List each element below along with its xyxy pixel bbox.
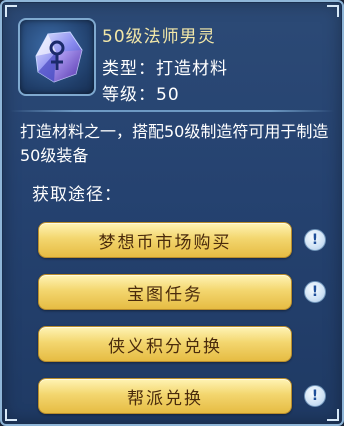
item-description: 打造材料之一，搭配50级制造符可用于制造50级装备 [20, 122, 329, 165]
route-button-dream-coin-market[interactable]: 梦想币市场购买 [38, 222, 292, 258]
route-button-chivalry-points-exchange[interactable]: 侠义积分兑换 [38, 326, 292, 362]
item-name: 50级法师男灵 [102, 27, 216, 47]
item-icon-frame [18, 18, 96, 96]
item-level: 等级：50 [102, 85, 180, 105]
route-button-guild-exchange[interactable]: 帮派兑换 [38, 378, 292, 414]
frame-corner [5, 5, 17, 17]
info-alert-icon[interactable]: ! [304, 229, 326, 251]
item-type: 类型：打造材料 [102, 59, 228, 79]
frame-corner [327, 409, 339, 421]
item-tooltip-panel: 50级法师男灵 类型：打造材料 等级：50 打造材料之一，搭配50级制造符可用于… [0, 0, 344, 426]
frame-corner [327, 5, 339, 17]
acquisition-title: 获取途径： [32, 185, 122, 205]
route-button-treasure-map-quest[interactable]: 宝图任务 [38, 274, 292, 310]
divider [10, 110, 334, 112]
info-alert-icon[interactable]: ! [304, 385, 326, 407]
crystal-gem-icon [35, 31, 83, 83]
frame-corner [5, 409, 17, 421]
info-alert-icon[interactable]: ! [304, 281, 326, 303]
